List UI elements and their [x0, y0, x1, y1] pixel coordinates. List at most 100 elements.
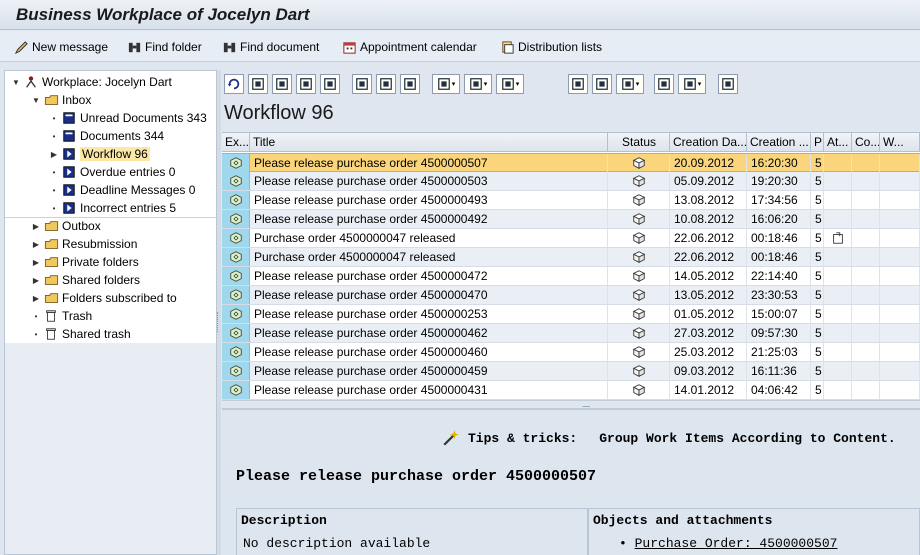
- print-preview-button[interactable]: [592, 74, 612, 94]
- exception-cell[interactable]: [222, 172, 250, 190]
- collapse-icon[interactable]: ▼: [11, 78, 21, 87]
- column-header-exception[interactable]: Ex...: [222, 133, 250, 152]
- column-header-title[interactable]: Title: [250, 133, 608, 152]
- reserve-button[interactable]: [320, 74, 340, 94]
- tree-item-inbox[interactable]: ▼ Inbox: [31, 91, 91, 109]
- table-row[interactable]: Please release purchase order 4500000470…: [222, 286, 920, 305]
- column-header-status[interactable]: Status: [608, 133, 670, 152]
- exception-cell[interactable]: [222, 362, 250, 380]
- exception-cell[interactable]: [222, 191, 250, 209]
- sort-button[interactable]: [654, 74, 674, 94]
- export-menu-button[interactable]: ▾: [616, 74, 644, 94]
- log-button[interactable]: [400, 74, 420, 94]
- title-cell[interactable]: Please release purchase order 4500000460: [250, 343, 608, 361]
- title-cell[interactable]: Please release purchase order 4500000507: [250, 154, 608, 172]
- expand-icon[interactable]: ▶: [31, 240, 41, 249]
- refresh-button[interactable]: [224, 74, 244, 94]
- create-menu-button[interactable]: ▾: [464, 74, 492, 94]
- title-cell[interactable]: Please release purchase order 4500000253: [250, 305, 608, 323]
- exception-cell[interactable]: [222, 343, 250, 361]
- exception-cell[interactable]: [222, 154, 250, 172]
- find-folder-button[interactable]: Find folder: [127, 38, 202, 56]
- tree-item-documents[interactable]: • Documents 344: [49, 127, 164, 145]
- table-row[interactable]: Please release purchase order 4500000493…: [222, 191, 920, 210]
- attachment-icon[interactable]: [831, 231, 845, 245]
- title-cell[interactable]: Please release purchase order 4500000492: [250, 210, 608, 228]
- print-button[interactable]: [376, 74, 396, 94]
- expand-icon[interactable]: ▶: [49, 150, 59, 159]
- exception-cell[interactable]: [222, 210, 250, 228]
- exception-cell[interactable]: [222, 248, 250, 266]
- tree-item-shared-folders[interactable]: ▶ Shared folders: [31, 271, 140, 289]
- column-header-creation-date[interactable]: Creation Da...: [670, 133, 747, 152]
- title-cell[interactable]: Please release purchase order 4500000462: [250, 324, 608, 342]
- table-row[interactable]: Purchase order 4500000047 released 22.06.…: [222, 248, 920, 267]
- splitter-grip[interactable]: [217, 312, 221, 332]
- resubmit-button[interactable]: [296, 74, 316, 94]
- title-cell[interactable]: Purchase order 4500000047 released: [250, 248, 608, 266]
- exception-cell[interactable]: [222, 324, 250, 342]
- column-header-attachments[interactable]: At...: [824, 133, 852, 152]
- title-cell[interactable]: Please release purchase order 4500000472: [250, 267, 608, 285]
- table-scrollbar[interactable]: ........: [222, 400, 920, 409]
- expand-icon[interactable]: ▶: [31, 258, 41, 267]
- appointment-calendar-button[interactable]: Appointment calendar: [342, 38, 477, 56]
- column-header-w[interactable]: W...: [880, 133, 920, 152]
- table-row[interactable]: Please release purchase order 4500000460…: [222, 343, 920, 362]
- expand-icon[interactable]: ▶: [31, 294, 41, 303]
- co-cell: [852, 362, 880, 380]
- title-cell[interactable]: Purchase order 4500000047 released: [250, 229, 608, 247]
- exception-cell[interactable]: [222, 381, 250, 399]
- table-row[interactable]: Please release purchase order 4500000253…: [222, 305, 920, 324]
- table-row[interactable]: Please release purchase order 4500000507…: [222, 153, 920, 172]
- find-button[interactable]: [718, 74, 738, 94]
- expand-icon[interactable]: ▶: [31, 276, 41, 285]
- title-cell[interactable]: Please release purchase order 4500000431: [250, 381, 608, 399]
- text-button[interactable]: [352, 74, 372, 94]
- title-cell[interactable]: Please release purchase order 4500000459: [250, 362, 608, 380]
- tree-item-subscribed-folders[interactable]: ▶ Folders subscribed to: [31, 289, 177, 307]
- exception-cell[interactable]: [222, 286, 250, 304]
- tree-item-deadline[interactable]: • Deadline Messages 0: [49, 181, 196, 199]
- distribution-lists-button[interactable]: Distribution lists: [500, 38, 602, 56]
- column-header-co[interactable]: Co...: [852, 133, 880, 152]
- collapse-icon[interactable]: ▼: [31, 96, 41, 105]
- column-header-priority[interactable]: P: [811, 133, 824, 152]
- attachment-cell[interactable]: [824, 229, 852, 247]
- tree-item-unread[interactable]: • Unread Documents 343: [49, 109, 207, 127]
- exception-cell[interactable]: [222, 267, 250, 285]
- table-row[interactable]: Please release purchase order 4500000431…: [222, 381, 920, 400]
- title-cell[interactable]: Please release purchase order 4500000470: [250, 286, 608, 304]
- execute-button[interactable]: [248, 74, 268, 94]
- tree-item-incorrect[interactable]: • Incorrect entries 5: [49, 199, 176, 217]
- tree-item-trash[interactable]: • Trash: [31, 307, 93, 325]
- expand-icon[interactable]: ▶: [31, 222, 41, 231]
- table-row[interactable]: Please release purchase order 4500000492…: [222, 210, 920, 229]
- tree-item-private-folders[interactable]: ▶ Private folders: [31, 253, 139, 271]
- detail-button[interactable]: [568, 74, 588, 94]
- tree-item-overdue[interactable]: • Overdue entries 0: [49, 163, 176, 181]
- tree-root[interactable]: ▼ Workplace: Jocelyn Dart: [11, 73, 172, 91]
- table-row[interactable]: Please release purchase order 4500000459…: [222, 362, 920, 381]
- tree-item-outbox[interactable]: ▶ Outbox: [31, 217, 101, 235]
- exception-cell[interactable]: [222, 305, 250, 323]
- exception-cell[interactable]: [222, 229, 250, 247]
- new-message-button[interactable]: New message: [14, 38, 108, 56]
- column-header-creation-time[interactable]: Creation ...: [747, 133, 811, 152]
- tree-item-resubmission[interactable]: ▶ Resubmission: [31, 235, 137, 253]
- table-row[interactable]: Purchase order 4500000047 released 22.06.…: [222, 229, 920, 248]
- status-cell: [608, 267, 670, 285]
- tree-item-shared-trash[interactable]: • Shared trash: [31, 325, 131, 343]
- attachment-menu-button[interactable]: ▾: [432, 74, 460, 94]
- table-row[interactable]: Please release purchase order 4500000503…: [222, 172, 920, 191]
- tree-item-workflow[interactable]: ▶ Workflow 96: [49, 145, 150, 163]
- find-document-button[interactable]: Find document: [222, 38, 319, 56]
- filter-menu-button[interactable]: ▾: [678, 74, 706, 94]
- table-row[interactable]: Please release purchase order 4500000462…: [222, 324, 920, 343]
- title-cell[interactable]: Please release purchase order 4500000493: [250, 191, 608, 209]
- forward-button[interactable]: [272, 74, 292, 94]
- table-row[interactable]: Please release purchase order 4500000472…: [222, 267, 920, 286]
- layout-menu-button[interactable]: ▾: [496, 74, 524, 94]
- purchase-order-link[interactable]: Purchase Order: 4500000507: [635, 536, 838, 551]
- title-cell[interactable]: Please release purchase order 4500000503: [250, 172, 608, 190]
